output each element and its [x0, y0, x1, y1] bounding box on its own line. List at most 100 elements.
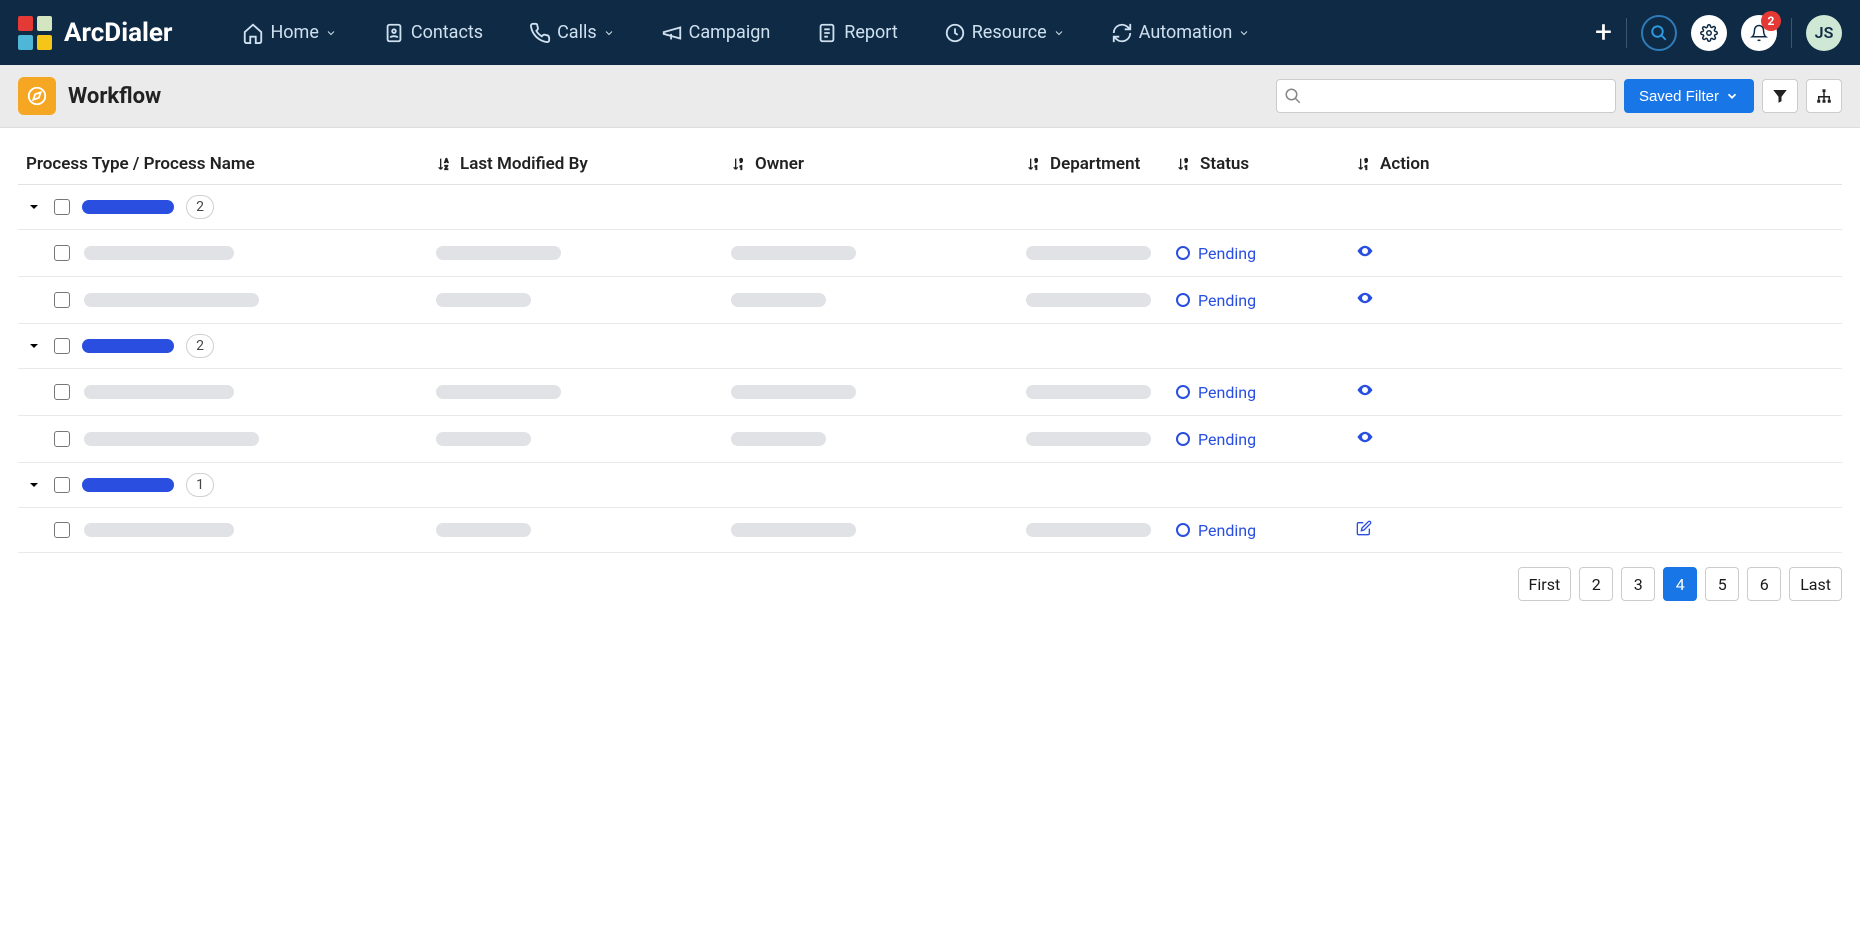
row-action-button[interactable] — [1356, 520, 1372, 540]
nav-calls[interactable]: Calls — [529, 22, 615, 44]
chevron-down-icon — [1238, 27, 1250, 39]
page-title: Workflow — [68, 84, 161, 109]
svg-text:A: A — [445, 159, 449, 165]
automation-icon — [1111, 22, 1133, 44]
logo-icon — [18, 16, 52, 50]
name-placeholder — [84, 293, 259, 307]
chevron-down-icon — [1725, 89, 1739, 103]
dept-placeholder — [1026, 432, 1151, 446]
status-label: Pending — [1198, 244, 1256, 263]
group-row: 2 — [18, 324, 1842, 369]
row-checkbox[interactable] — [54, 245, 70, 261]
add-button[interactable]: + — [1595, 18, 1612, 48]
modified-placeholder — [436, 523, 531, 537]
hierarchy-button[interactable] — [1806, 79, 1842, 113]
page-last[interactable]: Last — [1789, 567, 1842, 601]
page-4[interactable]: 4 — [1663, 567, 1697, 601]
sort-91-icon: 91 — [731, 156, 747, 172]
content: Process Type / Process Name AZ Last Modi… — [0, 128, 1860, 617]
notification-badge: 2 — [1761, 11, 1781, 31]
notifications-button[interactable]: 2 — [1741, 15, 1777, 51]
row-checkbox[interactable] — [54, 292, 70, 308]
status-ring-icon — [1176, 523, 1190, 537]
svg-text:9: 9 — [1185, 159, 1188, 165]
saved-filter-label: Saved Filter — [1639, 88, 1719, 105]
avatar[interactable]: JS — [1806, 15, 1842, 51]
svg-text:1: 1 — [740, 165, 743, 171]
nav-contacts[interactable]: Contacts — [383, 22, 483, 44]
owner-placeholder — [731, 523, 856, 537]
col-owner[interactable]: 91 Owner — [731, 154, 1026, 174]
table-row: Pending — [18, 508, 1842, 553]
subbar-right: Saved Filter — [1276, 79, 1842, 113]
col-process-name[interactable]: Process Type / Process Name — [26, 154, 436, 174]
logo[interactable]: ArcDialer — [18, 16, 172, 50]
campaign-icon — [661, 22, 683, 44]
row-action-button[interactable] — [1356, 381, 1374, 403]
chevron-down-icon[interactable] — [26, 477, 42, 493]
eye-icon — [1356, 289, 1374, 307]
group-checkbox[interactable] — [54, 199, 70, 215]
brand-name: ArcDialer — [64, 18, 172, 48]
dept-placeholder — [1026, 293, 1151, 307]
page-2[interactable]: 2 — [1579, 567, 1613, 601]
group-row: 1 — [18, 463, 1842, 508]
saved-filter-button[interactable]: Saved Filter — [1624, 79, 1754, 113]
row-action-button[interactable] — [1356, 242, 1374, 264]
table-header: Process Type / Process Name AZ Last Modi… — [18, 144, 1842, 185]
page-first[interactable]: First — [1518, 567, 1572, 601]
name-placeholder — [84, 432, 259, 446]
compass-icon — [26, 85, 48, 107]
report-icon — [816, 22, 838, 44]
col-department[interactable]: 91 Department — [1026, 154, 1176, 174]
row-action-button[interactable] — [1356, 289, 1374, 311]
group-checkbox[interactable] — [54, 477, 70, 493]
col-status[interactable]: 91 Status — [1176, 154, 1356, 174]
chevron-down-icon — [603, 27, 615, 39]
page-5[interactable]: 5 — [1705, 567, 1739, 601]
group-checkbox[interactable] — [54, 338, 70, 354]
col-action[interactable]: 91 Action — [1356, 154, 1516, 174]
dept-placeholder — [1026, 246, 1151, 260]
filter-icon — [1771, 87, 1789, 105]
nav-home[interactable]: Home — [242, 22, 336, 44]
sitemap-icon — [1815, 87, 1833, 105]
modified-placeholder — [436, 432, 531, 446]
gear-icon — [1700, 24, 1718, 42]
page-6[interactable]: 6 — [1747, 567, 1781, 601]
search-input[interactable] — [1276, 79, 1616, 113]
row-checkbox[interactable] — [54, 431, 70, 447]
col-last-modified[interactable]: AZ Last Modified By — [436, 154, 731, 174]
modified-placeholder — [436, 246, 561, 260]
owner-placeholder — [731, 385, 856, 399]
row-checkbox[interactable] — [54, 522, 70, 538]
page-3[interactable]: 3 — [1621, 567, 1655, 601]
row-action-button[interactable] — [1356, 428, 1374, 450]
chevron-down-icon[interactable] — [26, 338, 42, 354]
filter-button[interactable] — [1762, 79, 1798, 113]
status-ring-icon — [1176, 432, 1190, 446]
chevron-down-icon[interactable] — [26, 199, 42, 215]
status-cell: Pending — [1176, 244, 1256, 263]
status-cell: Pending — [1176, 383, 1256, 402]
nav: Home Contacts Calls Campaign Report Resource A… — [242, 22, 1250, 44]
group-count: 1 — [186, 473, 214, 497]
row-checkbox[interactable] — [54, 384, 70, 400]
edit-icon — [1356, 520, 1372, 536]
status-cell: Pending — [1176, 291, 1256, 310]
nav-campaign[interactable]: Campaign — [661, 22, 771, 44]
subbar: Workflow Saved Filter — [0, 65, 1860, 128]
settings-button[interactable] — [1691, 15, 1727, 51]
global-search-button[interactable] — [1641, 15, 1677, 51]
eye-icon — [1356, 242, 1374, 260]
nav-automation[interactable]: Automation — [1111, 22, 1251, 44]
svg-text:9: 9 — [740, 159, 743, 165]
chevron-down-icon — [325, 27, 337, 39]
nav-resource[interactable]: Resource — [944, 22, 1065, 44]
svg-text:9: 9 — [1035, 159, 1038, 165]
svg-text:1: 1 — [1185, 165, 1188, 171]
topbar: ArcDialer Home Contacts Calls Campaign Repor… — [0, 0, 1860, 65]
modified-placeholder — [436, 293, 531, 307]
nav-report[interactable]: Report — [816, 22, 897, 44]
table-row: Pending — [18, 230, 1842, 277]
